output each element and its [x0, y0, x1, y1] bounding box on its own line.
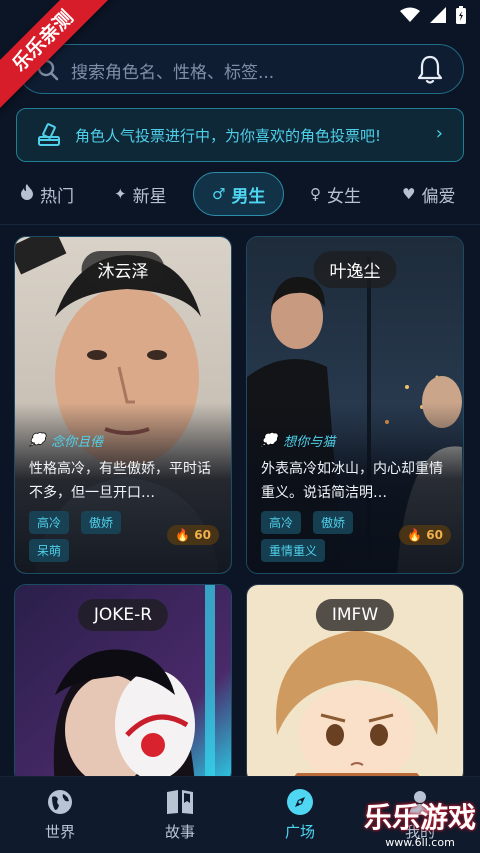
bell-icon[interactable]	[417, 55, 443, 85]
tag: 呆萌	[29, 539, 70, 562]
character-card[interactable]: IMFW	[246, 584, 464, 784]
nav-label: 广场	[284, 823, 315, 841]
male-icon: ♂	[212, 185, 226, 203]
heat-badge: 🔥 60	[399, 525, 451, 545]
character-card[interactable]: 叶逸尘 💭 想你与猫 外表高冷如冰山，内心却重情重义。说话简洁明… 高冷 傲娇 …	[246, 236, 464, 574]
female-icon: ♀	[310, 185, 321, 203]
heat-value: 60	[194, 528, 211, 542]
nav-world[interactable]: 世界	[20, 787, 100, 842]
signal-icon	[430, 7, 446, 23]
tab-male[interactable]: ♂ 男生	[193, 172, 285, 216]
heat-badge: 🔥 60	[167, 525, 219, 545]
character-card[interactable]: 沐云泽 💭 念你且倦 性格高冷，有些傲娇，平时话不多，但一旦开口… 高冷 傲娇 …	[14, 236, 232, 574]
tag: 高冷	[261, 511, 302, 534]
book-icon	[167, 790, 193, 814]
tag: 傲娇	[313, 511, 354, 534]
flame-icon: 🔥	[407, 528, 423, 542]
category-tabs: 热门 ✦ 新星 ♂ 男生 ♀ 女生 ♥ 偏爱	[0, 172, 480, 216]
tab-female[interactable]: ♀ 女生	[310, 172, 361, 216]
tab-label: 偏爱	[421, 186, 456, 207]
flame-icon	[20, 184, 34, 204]
site-watermark: 乐乐游戏 www.6ll.com	[364, 796, 476, 849]
tabs-divider	[0, 224, 480, 225]
character-card[interactable]: JOKE-R	[14, 584, 232, 784]
tab-label: 热门	[40, 186, 74, 207]
quote-text: 想你与猫	[283, 435, 336, 450]
heat-value: 60	[426, 528, 443, 542]
tag: 傲娇	[81, 511, 122, 534]
speech-bubble-icon: 💭	[261, 433, 278, 448]
heart-icon: ♥	[402, 185, 416, 203]
globe-icon	[48, 790, 72, 814]
character-name: 沐云泽	[81, 251, 165, 288]
character-name: 叶逸尘	[313, 251, 397, 288]
tab-label: 男生	[231, 186, 266, 207]
watermark-url: www.6ll.com	[385, 836, 455, 849]
speech-bubble-icon: 💭	[29, 433, 46, 448]
tag: 重情重义	[261, 539, 326, 562]
nav-square[interactable]: 广场	[260, 787, 340, 842]
tab-favorite[interactable]: ♥ 偏爱	[402, 172, 455, 216]
wifi-icon	[400, 7, 420, 22]
promo-ribbon: 乐乐亲测	[0, 0, 140, 140]
character-quote: 💭 念你且倦	[29, 431, 103, 450]
character-description: 性格高冷，有些傲娇，平时话不多，但一旦开口…	[29, 461, 211, 501]
nav-label: 世界	[44, 823, 75, 841]
character-name: JOKE-R	[77, 599, 169, 631]
sparkle-icon: ✦	[114, 185, 127, 203]
chevron-right-icon: ›	[435, 123, 443, 144]
tab-label: 女生	[327, 186, 361, 207]
flame-icon: 🔥	[175, 528, 191, 542]
compass-icon	[287, 789, 313, 815]
character-description: 外表高冷如冰山，内心却重情重义。说话简洁明…	[261, 461, 443, 501]
battery-icon	[456, 6, 466, 24]
character-name: IMFW	[315, 599, 395, 631]
tab-label: 新星	[132, 186, 167, 207]
nav-label: 故事	[164, 823, 195, 841]
nav-story[interactable]: 故事	[140, 787, 220, 842]
tab-hot[interactable]: 热门	[20, 172, 74, 216]
tab-new-star[interactable]: ✦ 新星	[114, 172, 167, 216]
quote-text: 念你且倦	[51, 435, 104, 450]
ribbon-label: 乐乐亲测	[0, 0, 116, 114]
character-quote: 💭 想你与猫	[261, 431, 335, 450]
watermark-title: 乐乐游戏	[363, 801, 476, 834]
tag: 高冷	[29, 511, 70, 534]
